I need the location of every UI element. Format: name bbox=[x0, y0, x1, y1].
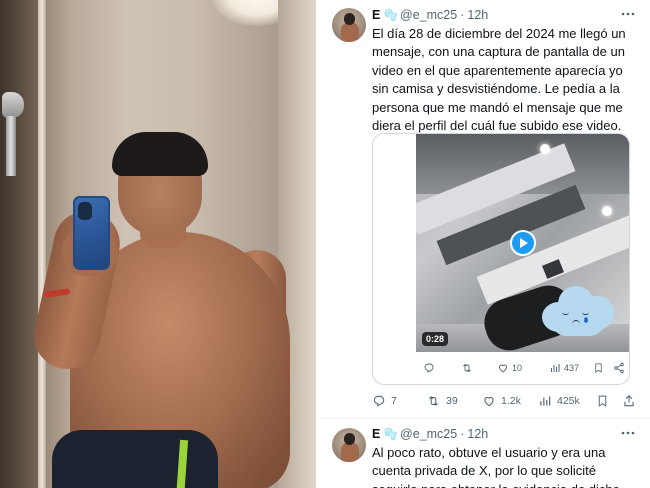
timestamp[interactable]: 12h bbox=[467, 427, 488, 441]
bookmark-button[interactable] bbox=[596, 392, 609, 410]
like-count: 1.2k bbox=[501, 395, 521, 407]
reply-button[interactable]: 7 bbox=[372, 392, 397, 410]
avatar-figure bbox=[341, 22, 359, 42]
crying-cloud-sticker bbox=[542, 284, 614, 336]
repost-icon bbox=[429, 396, 438, 406]
name-emoji: 🫧 bbox=[384, 428, 398, 441]
video-thumbnail[interactable]: 0:28 bbox=[416, 134, 629, 352]
like-button[interactable]: 1.2k bbox=[482, 392, 521, 410]
timestamp[interactable]: 12h bbox=[467, 8, 488, 22]
tweet[interactable]: E 🫧 @e_mc25 · 12h El día 28 de diciembre… bbox=[320, 0, 650, 420]
hair bbox=[112, 132, 208, 176]
tweet-text: El día 28 de diciembre del 2024 me llegó… bbox=[372, 26, 626, 134]
avatar-figure bbox=[341, 442, 359, 462]
view-count: 425k bbox=[557, 395, 580, 407]
cloud-tear bbox=[584, 317, 588, 323]
embedded-share[interactable] bbox=[613, 354, 625, 382]
shorts bbox=[52, 430, 218, 488]
embedded-repost[interactable] bbox=[461, 354, 473, 382]
embedded-actions: 10 437 bbox=[373, 354, 629, 382]
repost-count: 39 bbox=[446, 395, 458, 407]
cloud-mouth bbox=[572, 320, 580, 324]
avatar-head bbox=[344, 13, 355, 25]
divider bbox=[316, 0, 318, 488]
avatar[interactable] bbox=[332, 8, 366, 42]
video-duration: 0:28 bbox=[422, 332, 449, 346]
tweet-actions: 7 39 1.2k 425k bbox=[372, 392, 640, 410]
user-handle[interactable]: @e_mc25 bbox=[400, 8, 457, 22]
video-card[interactable]: 0:28 10 437 bbox=[372, 133, 630, 385]
embedded-like[interactable]: 10 bbox=[497, 354, 522, 382]
play-triangle bbox=[520, 238, 528, 248]
tweet-header: E 🫧 @e_mc25 · 12h bbox=[372, 6, 488, 24]
repost-icon bbox=[463, 363, 471, 373]
mirror-edge bbox=[38, 0, 46, 488]
share-icon bbox=[614, 362, 624, 374]
more-icon[interactable] bbox=[620, 425, 636, 441]
bookmark-icon bbox=[598, 395, 607, 407]
embedded-views[interactable]: 437 bbox=[549, 354, 579, 382]
tweet-divider bbox=[320, 418, 650, 419]
avatar[interactable] bbox=[332, 428, 366, 462]
heart-icon bbox=[484, 397, 494, 407]
play-icon[interactable] bbox=[510, 230, 536, 256]
display-name[interactable]: E bbox=[372, 427, 380, 441]
phone-camera bbox=[78, 202, 92, 220]
share-button[interactable] bbox=[622, 392, 636, 410]
separator-dot: · bbox=[460, 427, 465, 441]
tweet-header: E 🫧 @e_mc25 · 12h bbox=[372, 425, 488, 443]
repost-button[interactable]: 39 bbox=[426, 392, 458, 410]
shower-head bbox=[2, 92, 24, 118]
embedded-view-count: 437 bbox=[564, 363, 580, 373]
tweet-text: Al poco rato, obtuve el usuario y era un… bbox=[372, 445, 620, 488]
reply-icon bbox=[373, 395, 385, 407]
views-icon bbox=[551, 364, 560, 372]
avatar-head bbox=[344, 433, 355, 445]
mirror-frame bbox=[0, 0, 42, 488]
views-button[interactable]: 425k bbox=[538, 392, 580, 410]
embedded-reply[interactable] bbox=[423, 354, 435, 382]
shower-pipe bbox=[6, 116, 16, 176]
mirror-selfie-photo bbox=[0, 0, 318, 488]
tweet[interactable]: E 🫧 @e_mc25 · 12h Al poco rato, obtuve e… bbox=[320, 420, 650, 488]
display-name[interactable]: E bbox=[372, 8, 380, 22]
heart-icon bbox=[499, 364, 507, 373]
more-icon[interactable] bbox=[620, 6, 636, 22]
embedded-like-count: 10 bbox=[512, 363, 523, 373]
bookmark-icon bbox=[595, 363, 602, 373]
name-emoji: 🫧 bbox=[384, 9, 398, 22]
ceiling-light bbox=[602, 206, 612, 216]
ceiling-light bbox=[540, 144, 550, 154]
separator-dot: · bbox=[460, 8, 465, 22]
views-icon bbox=[540, 396, 551, 406]
share-icon bbox=[624, 395, 634, 407]
tweet-feed: E 🫧 @e_mc25 · 12h El día 28 de diciembre… bbox=[320, 0, 650, 488]
user-handle[interactable]: @e_mc25 bbox=[400, 427, 457, 441]
reply-icon bbox=[424, 363, 434, 373]
reply-count: 7 bbox=[391, 395, 397, 407]
embedded-bookmark[interactable] bbox=[593, 354, 604, 382]
